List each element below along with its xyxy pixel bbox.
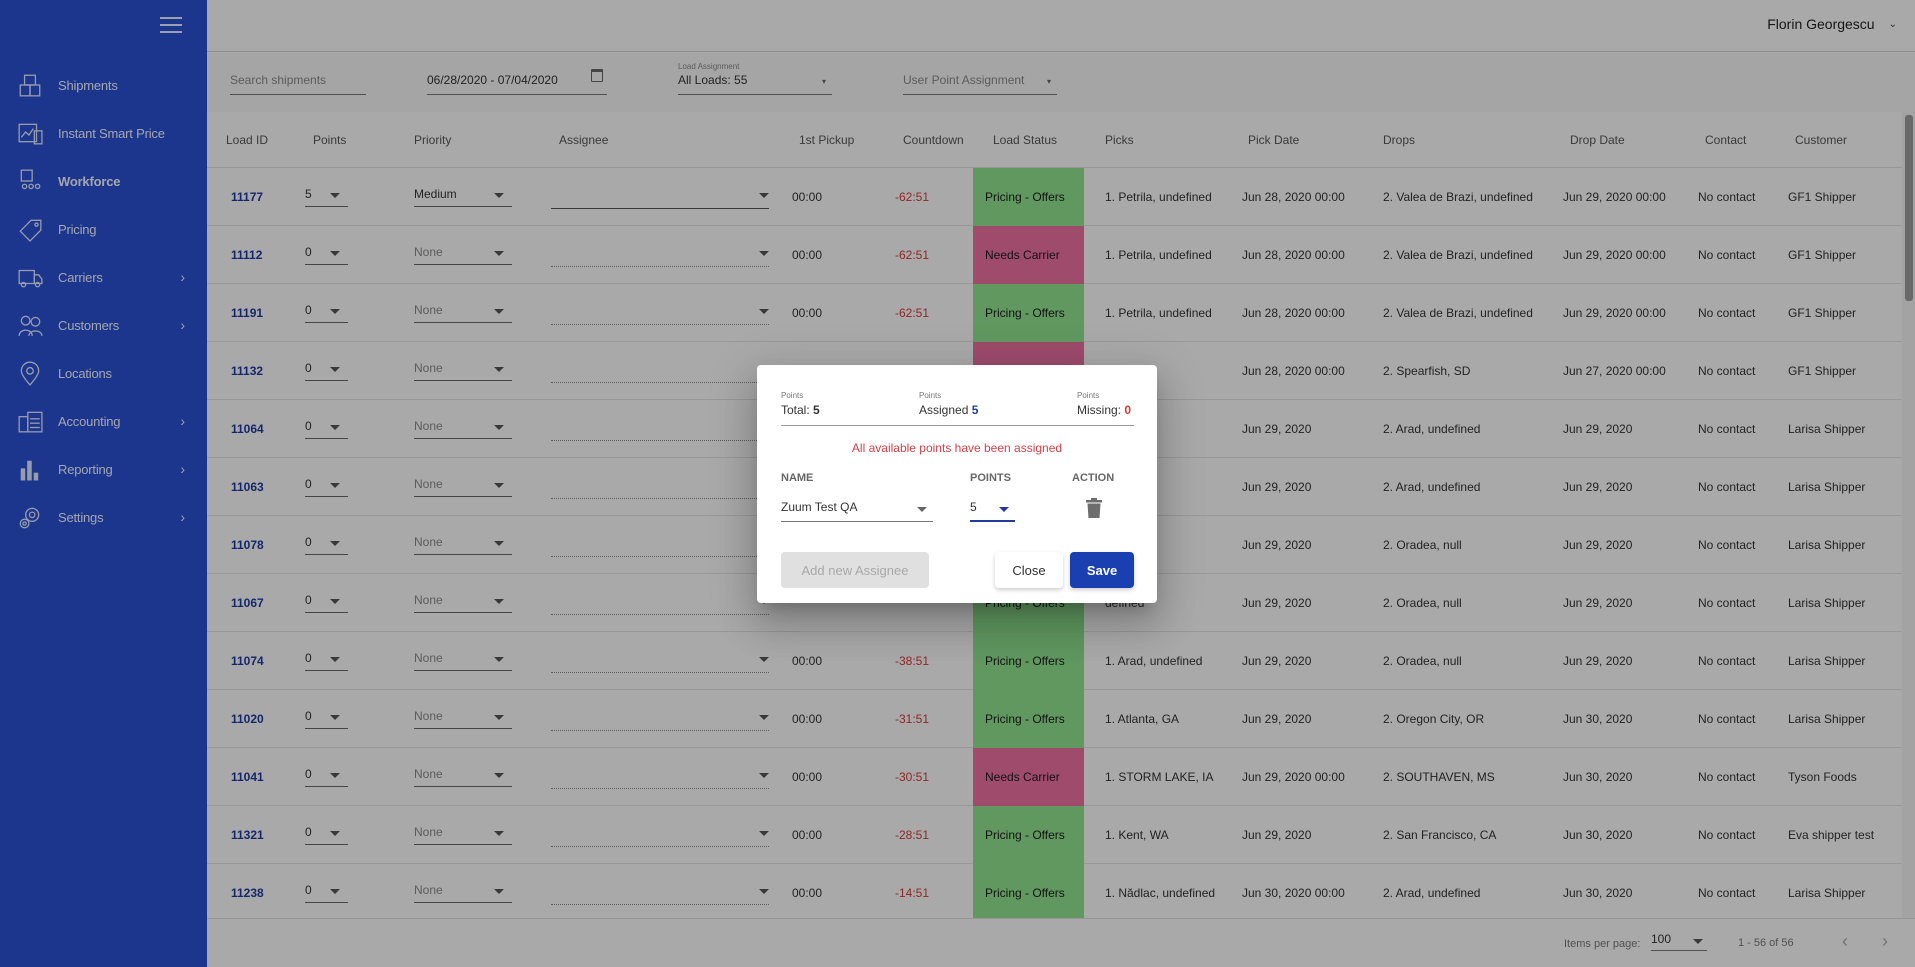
- add-new-assignee-button[interactable]: Add new Assignee: [781, 552, 929, 588]
- save-button[interactable]: Save: [1070, 552, 1134, 588]
- points-missing: Points Missing: 0: [1077, 391, 1131, 417]
- dropdown-arrow-icon: [917, 507, 927, 512]
- assignee-points-select[interactable]: 5: [970, 500, 1015, 522]
- assignee-name-value: Zuum Test QA: [781, 500, 858, 514]
- points-total: Points Total: 5: [781, 391, 820, 417]
- assignee-name-select[interactable]: Zuum Test QA: [781, 500, 933, 522]
- total-text: Total:: [781, 403, 810, 417]
- close-button[interactable]: Close: [995, 552, 1063, 588]
- action-column-header: ACTION: [1072, 472, 1115, 484]
- missing-value: 0: [1124, 403, 1132, 417]
- points-column-header: POINTS: [970, 472, 1011, 484]
- divider: [781, 425, 1134, 426]
- assigned-text: Assigned: [919, 403, 969, 417]
- total-value: 5: [813, 403, 820, 417]
- trash-icon[interactable]: [1085, 498, 1103, 518]
- all-points-assigned-message: All available points have been assigned: [851, 441, 1063, 455]
- points-assigned: Points Assigned 5: [919, 391, 978, 417]
- assigned-value: 5: [971, 403, 979, 417]
- dropdown-arrow-icon: [999, 507, 1009, 512]
- assignee-points-value: 5: [970, 500, 977, 514]
- points-missing-label: Points: [1077, 391, 1100, 400]
- points-total-label: Points: [781, 391, 804, 400]
- assign-points-dialog: Points Total: 5 Points Assigned 5 Points…: [757, 365, 1157, 603]
- name-column-header: NAME: [781, 472, 814, 484]
- missing-text: Missing:: [1077, 403, 1122, 417]
- points-assigned-label: Points: [919, 391, 942, 400]
